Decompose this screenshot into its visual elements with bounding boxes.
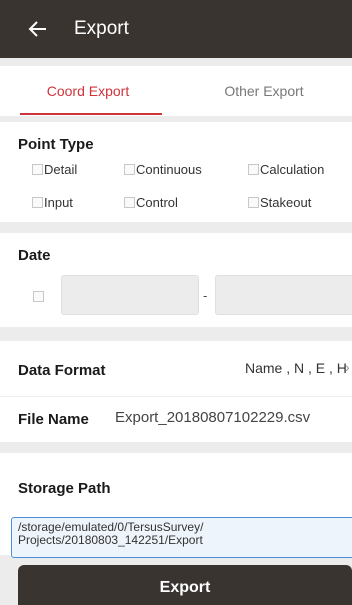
point-type-panel: Point Type Detail Continuous Calculation… [0,122,352,222]
file-name-row: File Name Export_20180807102229.csv [0,396,352,442]
checkbox-box[interactable] [32,197,43,208]
data-format-value: Name , N , E , H [245,360,347,376]
checkbox-stakeout[interactable]: Stakeout [248,195,311,210]
storage-path-field[interactable]: /storage/emulated/0/TersusSurvey/ Projec… [11,517,352,558]
date-filter-checkbox[interactable] [33,291,44,302]
page-title: Export [74,18,129,39]
checkbox-label: Stakeout [260,195,312,210]
checkbox-box[interactable] [32,164,43,175]
checkbox-calculation[interactable]: Calculation [248,162,324,177]
checkbox-box[interactable] [248,164,259,175]
storage-path-line: Projects/20180803_142251/Export [18,533,203,547]
file-name-label: File Name [18,411,89,428]
date-title: Date [18,247,51,264]
app-bar: Export [0,0,352,58]
storage-path-title: Storage Path [18,480,111,497]
checkbox-continuous[interactable]: Continuous [124,162,202,177]
point-type-title: Point Type [18,136,94,153]
date-separator: - [203,288,208,303]
start-date-field[interactable] [61,275,199,315]
checkbox-box[interactable] [124,164,135,175]
tab-bar: Coord Export Other Export [0,66,352,116]
file-name-input[interactable]: Export_20180807102229.csv [115,409,310,426]
export-button[interactable]: Export [18,565,352,605]
checkbox-label: Continuous [136,162,202,177]
data-format-row[interactable]: Data Format Name , N , E , H › [0,341,352,396]
chevron-right-icon: › [345,359,350,375]
active-tab-indicator [20,113,162,115]
checkbox-control[interactable]: Control [124,195,178,210]
checkbox-box[interactable] [248,197,259,208]
end-date-field[interactable] [215,275,352,315]
checkbox-label: Input [44,195,73,210]
tab-other-export[interactable]: Other Export [176,66,352,116]
checkbox-detail[interactable]: Detail [32,162,77,177]
checkbox-input[interactable]: Input [32,195,73,210]
checkbox-label: Detail [44,162,78,177]
data-format-label: Data Format [18,362,106,379]
checkbox-box[interactable] [124,197,135,208]
checkbox-label: Control [136,195,178,210]
checkbox-label: Calculation [260,162,325,177]
tab-coord-export[interactable]: Coord Export [0,66,176,116]
back-arrow-icon[interactable] [27,18,49,40]
